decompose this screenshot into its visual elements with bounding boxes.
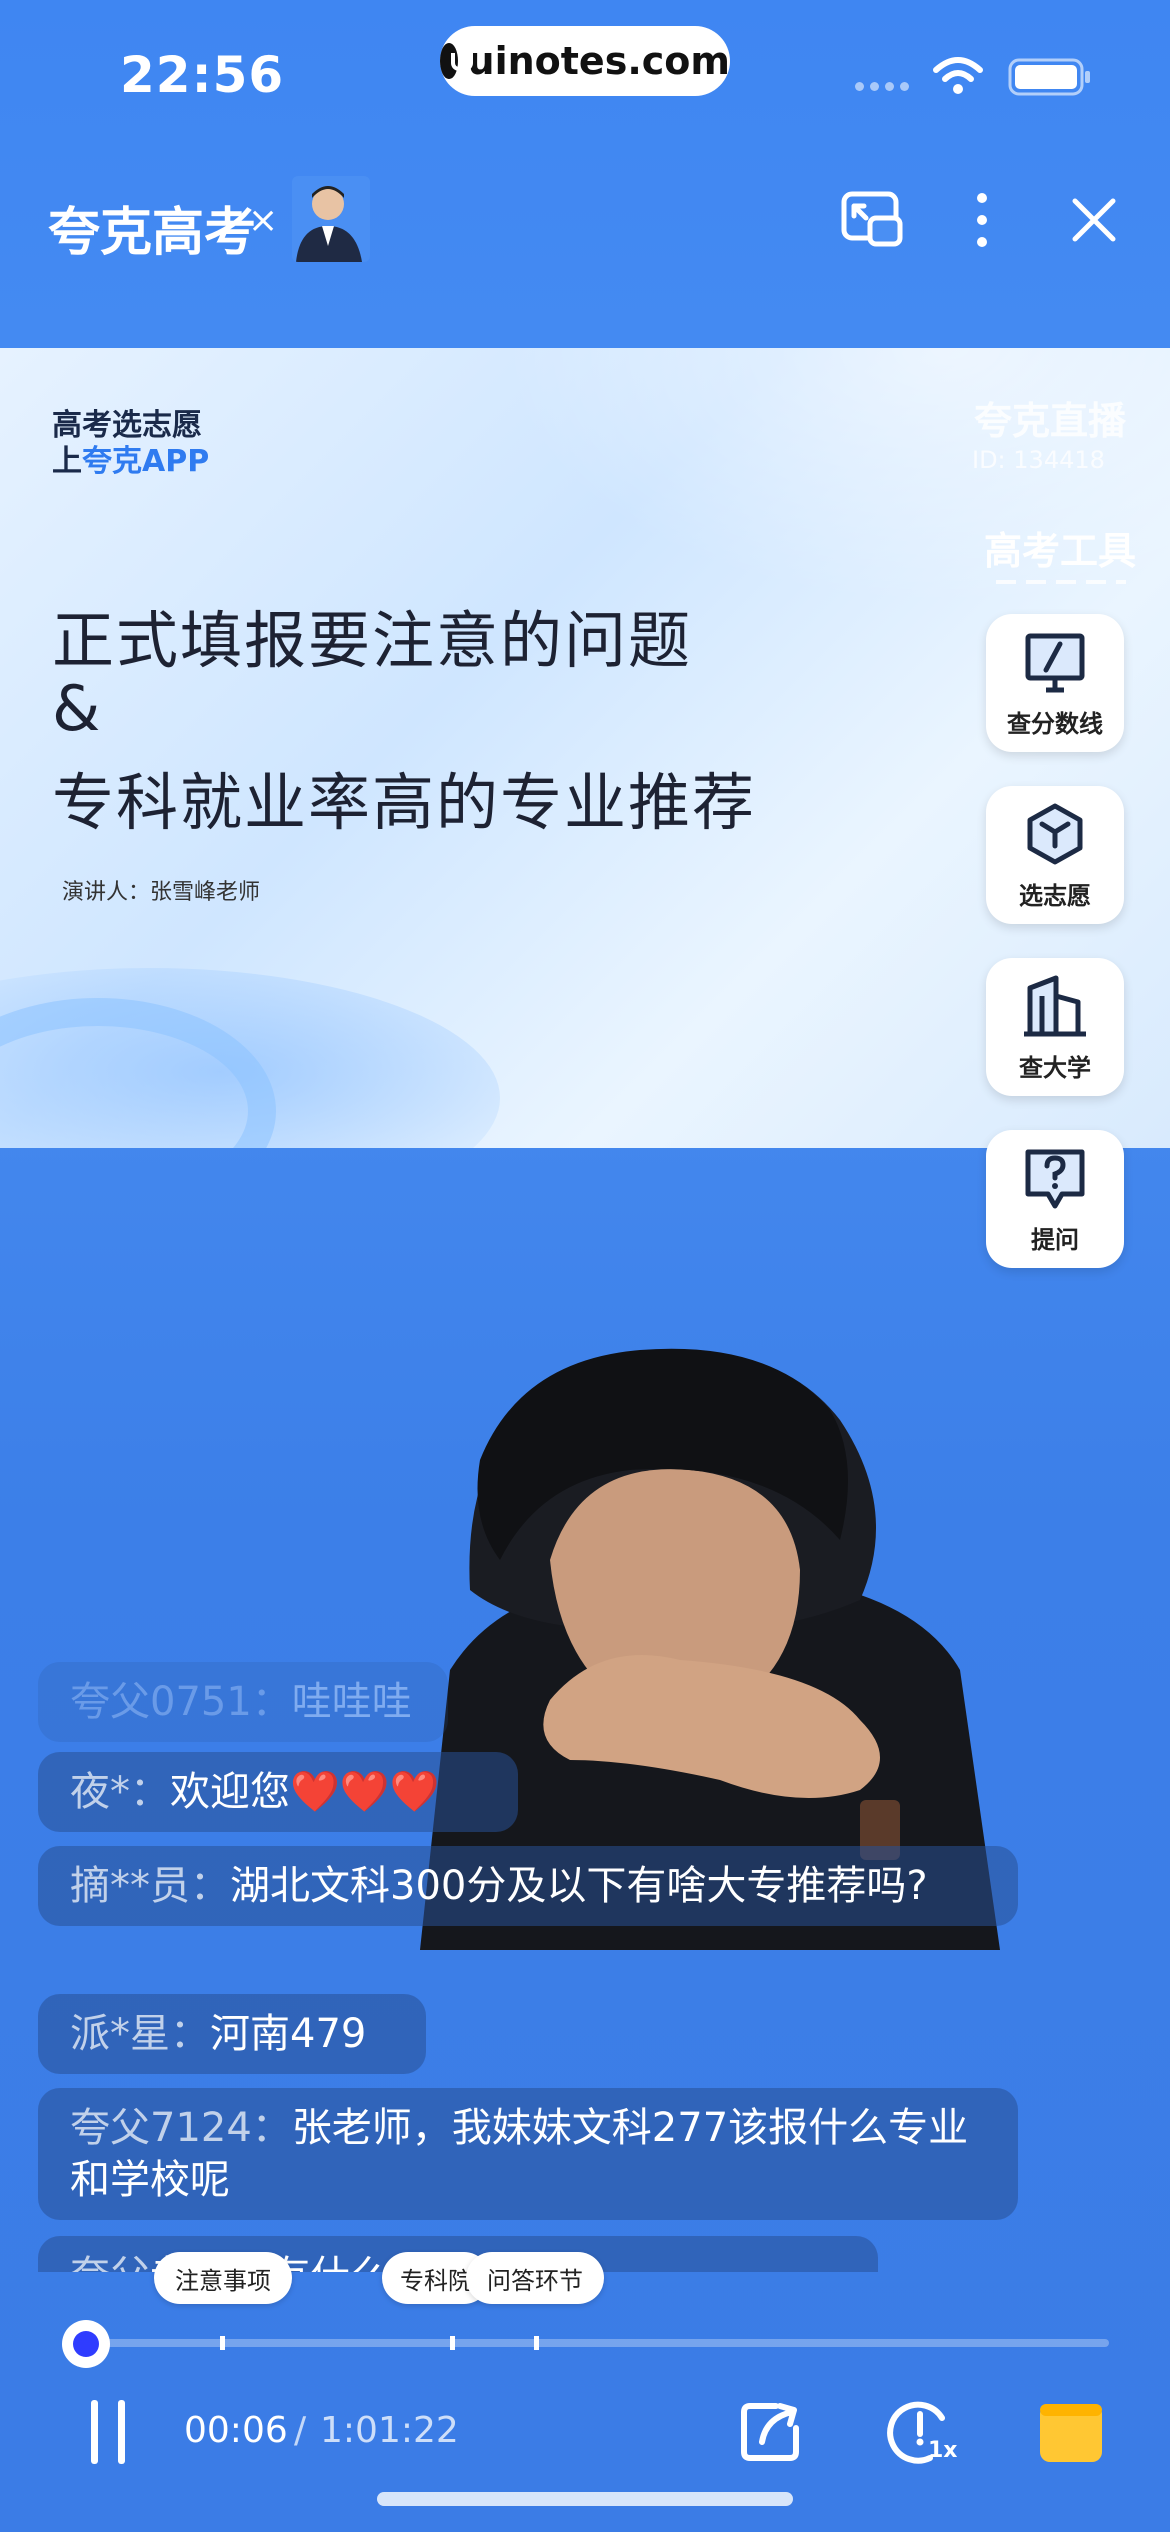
current-time: 00:06 [184, 2410, 288, 2451]
choose-major-icon [1027, 803, 1083, 864]
chapter-marker [534, 2336, 539, 2350]
page-title: 夸克高考 [48, 203, 257, 263]
site-logo-icon [440, 43, 473, 79]
pause-button[interactable] [78, 2400, 138, 2464]
battery-icon [1008, 58, 1090, 96]
slide-brand-line: 上夸克APP [52, 444, 210, 479]
url-text: uinotes.com [467, 39, 730, 83]
slide-title-line-3: 专科就业率高的专业推荐 [52, 766, 757, 839]
pip-button[interactable] [832, 180, 912, 260]
collab-x: × [248, 200, 279, 241]
chat-message: 夜*：欢迎您❤️❤️❤️ [38, 1752, 518, 1832]
playback-speed-button[interactable]: 1x [886, 2396, 960, 2470]
chat-message: 摘**员：湖北文科300分及以下有啥大专推荐吗? [38, 1846, 1018, 1926]
share-edit-icon[interactable] [736, 2398, 804, 2466]
chapter-tag[interactable]: 注意事项 [154, 2252, 292, 2304]
tool-question[interactable]: 提问 [986, 1130, 1124, 1268]
tool-label: 提问 [1031, 1225, 1079, 1254]
slide-title-line-2: & [52, 672, 103, 745]
live-watermark: 夸克直播 [974, 399, 1127, 443]
picture-in-picture-icon [841, 191, 903, 247]
total-time: 1:01:22 [320, 2410, 459, 2451]
tool-score-line[interactable]: 查分数线 [986, 614, 1124, 752]
cellular-signal-icon [855, 82, 909, 91]
url-pill[interactable]: uinotes.com [440, 26, 730, 96]
slide-title-line-1: 正式填报要注意的问题 [52, 604, 693, 677]
tool-label: 查分数线 [1007, 709, 1103, 738]
wifi-icon [933, 57, 983, 94]
close-icon [1072, 198, 1116, 242]
chapter-marker [220, 2336, 225, 2350]
chapter-tag[interactable]: 问答环节 [466, 2252, 604, 2304]
live-id: ID: 134418 [972, 446, 1105, 474]
speed-label: 1x [928, 2438, 958, 2463]
tool-choose-major[interactable]: 选志愿 [986, 786, 1124, 924]
chat-message: 夸父7124：张老师，我妹妹文科277该报什么专业和学校呢 [38, 2088, 1018, 2220]
more-button[interactable] [942, 180, 1022, 260]
tools-title: 高考工具 [984, 529, 1137, 573]
progress-handle[interactable] [62, 2320, 110, 2368]
notes-icon[interactable] [1038, 2400, 1104, 2466]
tool-label: 选志愿 [1019, 881, 1091, 910]
slide-speaker: 演讲人：张雪峰老师 [62, 880, 261, 905]
host-avatar[interactable] [292, 176, 370, 262]
tool-label: 查大学 [1019, 1053, 1091, 1082]
status-time: 22:56 [120, 46, 285, 104]
time-separator: / [294, 2410, 307, 2451]
close-button[interactable] [1054, 180, 1134, 260]
tool-university[interactable]: 查大学 [986, 958, 1124, 1096]
chapter-marker [450, 2336, 455, 2350]
more-vertical-icon [977, 193, 987, 247]
progress-track[interactable] [84, 2339, 1109, 2347]
chat-message: 夸父0751：哇哇哇 [38, 1662, 448, 1742]
university-icon [1024, 975, 1086, 1036]
chat-message: 派*星：河南479 [38, 1994, 426, 2074]
question-icon [1025, 1149, 1085, 1208]
home-indicator [377, 2492, 793, 2506]
tools-title-divider [996, 580, 1126, 584]
score-line-icon [1025, 633, 1085, 692]
